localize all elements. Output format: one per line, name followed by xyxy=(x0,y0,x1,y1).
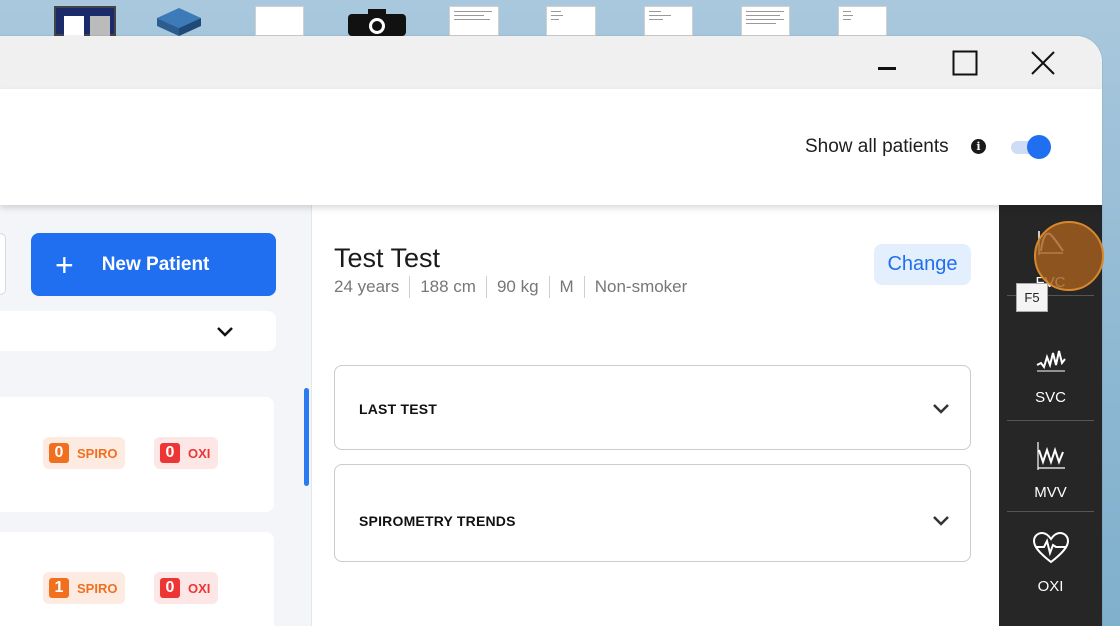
oxi-label: OXI xyxy=(188,580,211,596)
last-test-section[interactable]: LAST TEST xyxy=(334,365,971,450)
shortcut-tooltip: F5 xyxy=(1016,283,1048,312)
patient-weight: 90 kg xyxy=(485,276,549,298)
desktop-icon-document[interactable] xyxy=(838,6,887,36)
plus-icon: + xyxy=(55,246,74,283)
spiro-count: 0 xyxy=(49,443,69,463)
close-icon xyxy=(1031,51,1055,75)
spiro-count-badge: 0 SPIRO xyxy=(43,437,126,469)
patients-panel: + New Patient 0 SPIRO 0 OXI 1 SPIRO 0 OX… xyxy=(0,205,312,626)
patient-filter-dropdown[interactable] xyxy=(0,311,276,351)
svc-wave-icon xyxy=(1036,350,1066,372)
patient-card[interactable]: 0 SPIRO 0 OXI xyxy=(0,397,274,512)
new-patient-label: New Patient xyxy=(101,253,210,275)
new-patient-button[interactable]: + New Patient xyxy=(31,233,276,296)
chevron-down-icon xyxy=(933,404,949,414)
desktop-icon-document[interactable] xyxy=(255,6,304,36)
desktop-icon-virtualbox[interactable] xyxy=(153,6,205,36)
app-header: Show all patients i xyxy=(0,89,1102,205)
desktop-icon-document[interactable] xyxy=(449,6,499,36)
title-bar xyxy=(0,36,1102,89)
oxi-count-badge: 0 OXI xyxy=(154,572,219,604)
spiro-label: SPIRO xyxy=(77,580,118,596)
chevron-down-icon xyxy=(217,327,233,337)
oxi-count: 0 xyxy=(160,578,180,598)
show-all-patients-label: Show all patients xyxy=(805,136,949,157)
spiro-count: 1 xyxy=(49,578,69,598)
patient-smoker-status: Non-smoker xyxy=(583,276,698,298)
spiro-count-badge: 1 SPIRO xyxy=(43,572,126,604)
oxi-count-badge: 0 OXI xyxy=(154,437,219,469)
patient-name: Test Test xyxy=(334,243,441,273)
patients-scrollbar[interactable] xyxy=(304,388,309,486)
rail-item-mvv[interactable]: MVV xyxy=(1007,422,1094,512)
rail-item-svc[interactable]: SVC xyxy=(1007,325,1094,421)
spiro-label: SPIRO xyxy=(77,445,118,461)
rail-label: OXI xyxy=(1037,578,1064,595)
search-input[interactable] xyxy=(0,233,6,295)
oxi-count: 0 xyxy=(160,443,180,463)
minimize-button[interactable] xyxy=(867,46,907,80)
patient-card[interactable]: 1 SPIRO 0 OXI xyxy=(0,532,274,626)
desktop-icon-document[interactable] xyxy=(741,6,790,36)
patient-height: 188 cm xyxy=(409,276,486,298)
show-all-patients-toggle[interactable] xyxy=(1011,135,1051,159)
toggle-knob xyxy=(1027,135,1051,159)
section-title: LAST TEST xyxy=(359,401,438,417)
info-icon[interactable]: i xyxy=(971,139,986,154)
change-patient-button[interactable]: Change xyxy=(874,244,971,285)
cursor-highlight xyxy=(1034,221,1104,291)
rail-label: SVC xyxy=(1035,389,1066,406)
maximize-icon xyxy=(952,50,978,76)
patient-info: 24 years 188 cm 90 kg M Non-smoker xyxy=(334,276,697,298)
rail-item-oxi[interactable]: OXI xyxy=(1007,515,1094,605)
close-button[interactable] xyxy=(1023,46,1063,80)
patient-age: 24 years xyxy=(334,277,400,296)
chevron-down-icon xyxy=(933,516,949,526)
oxi-label: OXI xyxy=(188,445,211,461)
mvv-wave-icon xyxy=(1037,442,1065,470)
minimize-icon xyxy=(878,67,896,70)
rail-label: MVV xyxy=(1034,484,1067,501)
maximize-button[interactable] xyxy=(945,46,985,80)
desktop-icon-camera[interactable] xyxy=(346,6,408,36)
heart-pulse-icon xyxy=(1032,532,1070,564)
spirometry-trends-section[interactable]: SPIROMETRY TRENDS xyxy=(334,464,971,562)
app-window: Show all patients i + New Patient 0 SPIR… xyxy=(0,36,1102,626)
desktop-icon-document[interactable] xyxy=(644,6,693,36)
patient-sex: M xyxy=(548,276,584,298)
desktop-icon-app[interactable] xyxy=(54,6,116,36)
patient-detail-panel: Test Test 24 years 188 cm 90 kg M Non-sm… xyxy=(313,205,999,626)
desktop-icon-document[interactable] xyxy=(546,6,596,36)
section-title: SPIROMETRY TRENDS xyxy=(359,513,516,529)
